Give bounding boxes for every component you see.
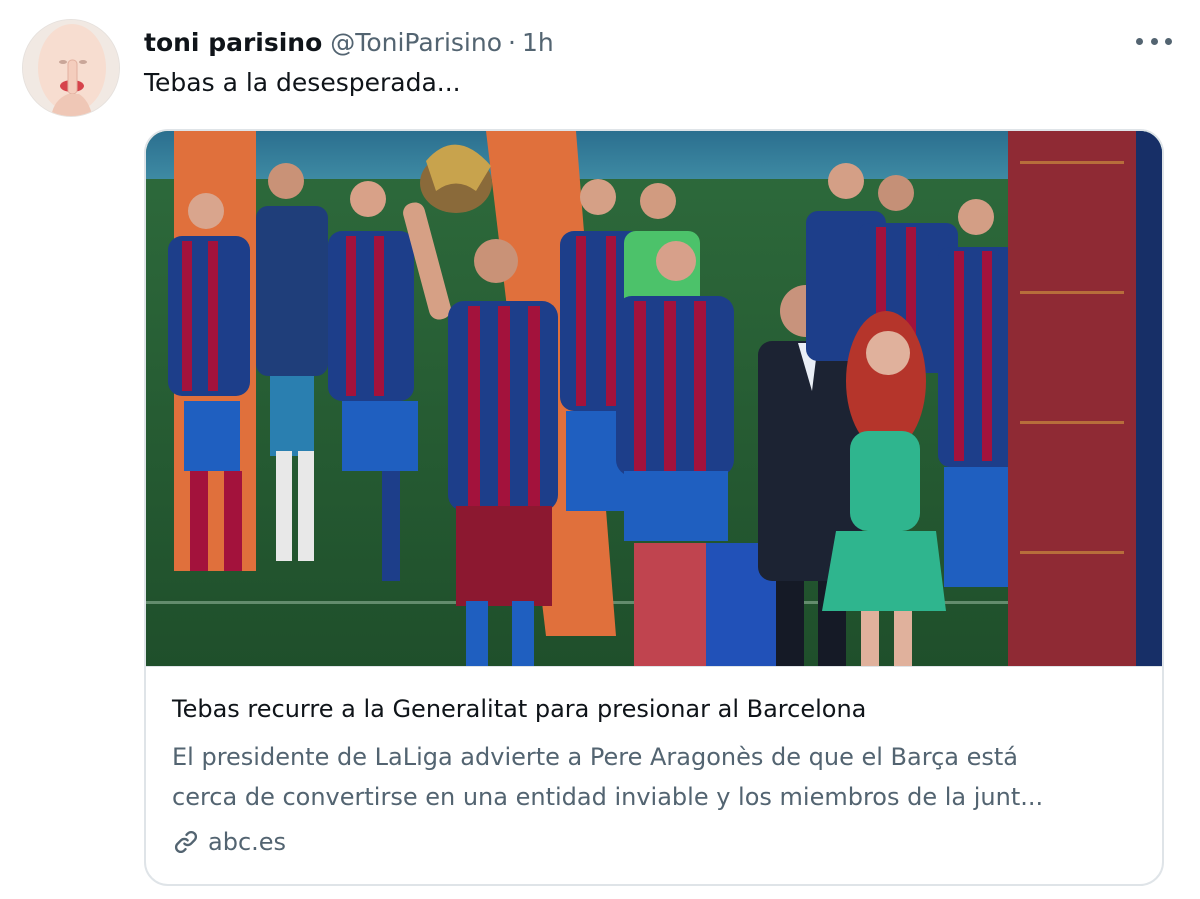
avatar-shush-icon (23, 20, 119, 116)
tweet-header: toni parisino @ToniParisino · 1h (144, 24, 554, 60)
card-title[interactable]: Tebas recurre a la Generalitat para pres… (172, 695, 866, 723)
author-handle[interactable]: @ToniParisino (330, 28, 502, 57)
card-description: El presidente de LaLiga advierte a Pere … (172, 737, 1132, 817)
card-domain[interactable]: abc.es (172, 825, 286, 859)
link-preview-card[interactable]: Tebas recurre a la Generalitat para pres… (144, 129, 1164, 886)
link-icon (174, 830, 198, 854)
tweet-text: Tebas a la desesperada... (144, 68, 461, 97)
more-dot (1165, 37, 1172, 45)
more-dot (1136, 37, 1143, 45)
card-divider (146, 666, 1162, 667)
card-description-line: cerca de convertirse en una entidad invi… (172, 783, 1044, 811)
tweet: toni parisino @ToniParisino · 1h Tebas a… (0, 0, 1200, 899)
more-dot (1150, 37, 1158, 45)
avatar[interactable] (22, 19, 120, 117)
card-domain-text: abc.es (208, 828, 287, 856)
more-options-icon[interactable] (1136, 26, 1172, 56)
card-image[interactable] (146, 131, 1162, 666)
trophy-pillar (1008, 131, 1136, 666)
author-display-name[interactable]: toni parisino (144, 28, 322, 57)
player-figure (938, 199, 1018, 587)
tweet-timestamp[interactable]: 1h (522, 28, 554, 57)
card-description-line: El presidente de LaLiga advierte a Pere … (172, 743, 1018, 771)
header-separator: · (508, 27, 516, 57)
